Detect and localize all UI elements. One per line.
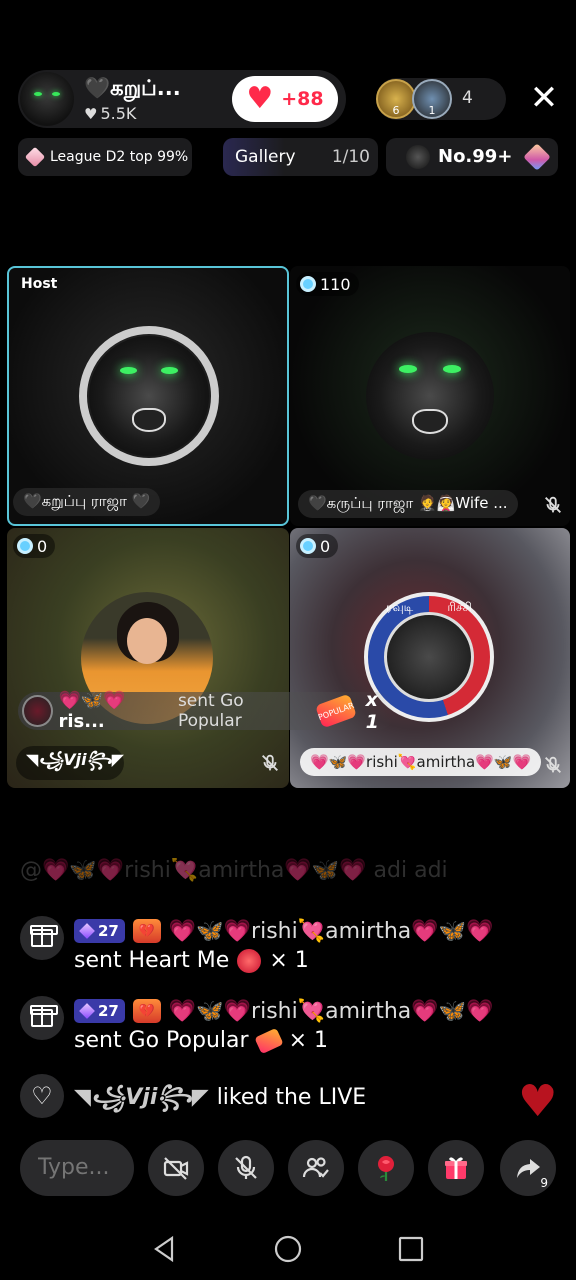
coin-count: 0 <box>37 536 48 556</box>
mic-off-icon <box>235 1155 257 1179</box>
coin-icon <box>17 538 33 554</box>
host-tile[interactable]: Host 🖤கறுப்பு ராஜா 🖤 <box>7 266 289 526</box>
top-viewers[interactable]: 6 1 4 <box>376 78 506 120</box>
league-badge[interactable]: League D2 top 99% <box>18 138 192 176</box>
level-badge: 27 <box>74 999 125 1023</box>
heart-icon: ♥ <box>84 104 98 123</box>
home-icon[interactable] <box>273 1234 303 1264</box>
follow-button[interactable]: ♥ +88 <box>232 76 338 122</box>
host-info-pill[interactable]: 🖤கறுப்... ♥ 5.5K ♥ +88 <box>18 70 346 128</box>
gem-icon <box>79 1003 95 1019</box>
gallery-button[interactable]: Gallery 1/10 <box>223 138 378 176</box>
gift-icon <box>445 1157 467 1179</box>
close-icon: ✕ <box>529 78 559 118</box>
recents-icon[interactable] <box>396 1234 426 1264</box>
guests-icon <box>302 1157 329 1178</box>
chat-message-faded: @💗🦋💗rishi💘amirtha💗🦋💗 adi adi <box>20 858 448 883</box>
floating-heart-icon: ♥ <box>518 1076 558 1127</box>
rank-text: No.99+ <box>438 146 513 167</box>
host-likes-count: 5.5K <box>100 104 137 123</box>
rose-gift-button[interactable] <box>358 1140 414 1196</box>
host-tile-name: 🖤கறுப்பு ராஜா 🖤 <box>13 488 161 516</box>
guest-tile[interactable]: 110 🖤கருப்பு ராஜா 🤵👰Wife ... <box>290 266 570 526</box>
viewer-rank-badge: 1 <box>428 104 436 117</box>
guest-name: 🖤கருப்பு ராஜா 🤵👰Wife ... <box>298 490 518 518</box>
coin-counter: 110 <box>296 272 359 296</box>
mic-off-icon <box>262 754 278 771</box>
popular-gift-icon <box>253 1027 284 1054</box>
viewer-rank-badge: 6 <box>392 104 400 117</box>
popular-gift-icon: POPULAR <box>314 693 357 729</box>
rose-icon <box>378 1156 394 1181</box>
camera-toggle-button[interactable] <box>148 1140 204 1196</box>
sender-name: 💗🦋💗ris... <box>58 690 126 732</box>
camera-off-icon <box>163 1157 189 1180</box>
gift-icon <box>20 916 64 960</box>
viewer-avatar[interactable]: 6 <box>376 79 416 119</box>
level-badge: 27 <box>74 919 125 943</box>
gallery-progress: 1/10 <box>331 147 370 167</box>
chat-gift-count: × 1 <box>269 948 309 973</box>
share-button[interactable]: 9 <box>500 1140 556 1196</box>
chat-username[interactable]: 💗🦋💗rishi💘amirtha💗🦋💗 <box>169 919 494 944</box>
rank-button[interactable]: No.99+ <box>386 138 558 176</box>
heart-me-gift-icon <box>237 948 262 973</box>
system-nav-bar <box>0 1216 576 1280</box>
gallery-label: Gallery <box>235 147 296 167</box>
fan-badge: 💔 <box>132 999 161 1023</box>
guest-name: ◥꧁Vji꧂◤ <box>16 746 124 780</box>
gift-button[interactable] <box>428 1140 484 1196</box>
level-number: 27 <box>98 922 119 940</box>
fan-badge: 💔 <box>132 919 161 943</box>
chat-gift-count: × 1 <box>288 1028 328 1053</box>
host-name: 🖤கறுப்... <box>84 76 181 100</box>
level-number: 27 <box>98 1002 119 1020</box>
avatar-badge-text: ரவுடி <box>386 600 414 614</box>
gem-icon <box>523 143 551 171</box>
chat-username[interactable]: 💗🦋💗rishi💘amirtha💗🦋💗 <box>169 999 494 1024</box>
comment-input[interactable] <box>20 1140 134 1196</box>
guest-name: 💗🦋💗rishi💘amirtha💗🦋💗 <box>300 748 542 776</box>
coin-count: 0 <box>320 536 331 556</box>
coin-counter: 0 <box>13 534 56 558</box>
coin-icon <box>300 538 316 554</box>
chat-text: sent Heart Me <box>74 948 230 973</box>
gift-action: sent Go Popular <box>177 691 244 731</box>
share-icon <box>517 1159 540 1178</box>
guest-tile[interactable]: 0 ரவுடி ரிச்சி 💗🦋💗rishi💘amirtha💗🦋💗 <box>290 528 570 788</box>
league-text: League D2 top 99% <box>50 149 189 165</box>
viewer-avatar[interactable]: 1 <box>412 79 452 119</box>
coin-icon <box>300 276 316 292</box>
gem-icon <box>79 923 95 939</box>
coin-count: 110 <box>320 274 351 294</box>
guest-avatar[interactable] <box>366 332 494 460</box>
like-text: liked the LIVE <box>216 1085 367 1110</box>
heart-outline-icon: ♡ <box>20 1074 64 1118</box>
back-icon[interactable] <box>150 1234 180 1264</box>
avatar-badge-text: ரிச்சி <box>447 600 472 614</box>
host-likes: ♥ 5.5K <box>84 104 136 123</box>
host-tag: Host <box>21 276 58 292</box>
sender-avatar <box>22 695 53 727</box>
heart-icon: ♥ <box>246 81 274 116</box>
chat-text: sent Go Popular <box>74 1028 249 1053</box>
coin-counter: 0 <box>296 534 339 558</box>
rank-avatar <box>406 145 430 169</box>
close-button[interactable]: ✕ <box>526 80 562 116</box>
host-tile-avatar[interactable] <box>89 336 209 456</box>
guests-button[interactable] <box>288 1140 344 1196</box>
gift-multiplier: x 1 <box>365 689 379 733</box>
like-username[interactable]: ◥꧁Vji꧂◤ <box>74 1085 209 1110</box>
viewer-count: 4 <box>462 88 473 108</box>
share-count: 9 <box>540 1176 548 1190</box>
mic-off-icon <box>545 756 561 773</box>
follow-count: +88 <box>281 88 324 110</box>
mic-off-icon <box>545 496 561 513</box>
mic-toggle-button[interactable] <box>218 1140 274 1196</box>
diamond-icon <box>24 146 46 168</box>
gift-icon <box>20 996 64 1040</box>
gift-banner: 💗🦋💗ris... sent Go Popular POPULAR x 1 <box>18 689 396 733</box>
host-avatar[interactable] <box>20 72 74 126</box>
